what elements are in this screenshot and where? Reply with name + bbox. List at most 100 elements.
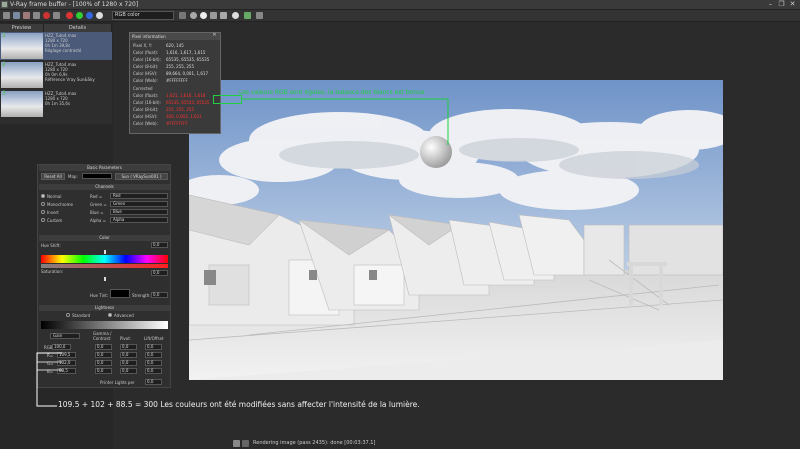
alpha-channel-select[interactable]: Alpha [110,217,168,223]
pixel-value: 65535, 65535, 65535 [166,57,210,62]
advanced-label: Advanced [114,313,134,318]
lightness-gradient-bar[interactable] [41,321,168,329]
printer-lights-input[interactable]: 0,0 [145,379,162,385]
history-thumbnail [1,62,43,88]
history-tab-details[interactable]: Details [44,24,112,32]
strength-label: Strength: [132,293,151,298]
hue-shift-slider-handle[interactable] [104,250,106,254]
b-lift-input[interactable]: 0,0 [145,368,162,374]
strength-input[interactable]: 0,0 [151,292,168,298]
pixel-info-title: Pixel information [130,33,220,40]
blue-channel-icon[interactable] [86,12,93,19]
lens-effects-icon[interactable] [200,12,207,19]
g-gamma-input[interactable]: 0,0 [95,360,112,366]
saturation-slider-handle[interactable] [104,277,106,281]
clear-icon[interactable] [23,12,30,19]
rgb-lift-input[interactable]: 0,0 [145,344,162,350]
history-item[interactable]: 1 HZZ_Tuto4.max 1280 x 720 0h 1m 39,8s R… [0,32,112,60]
channel-mode-radio[interactable] [41,202,45,206]
hue-shift-input[interactable]: 0,0 [151,242,168,248]
b-gamma-input[interactable]: 0,0 [95,368,112,374]
lightness-advanced-radio[interactable] [108,313,112,317]
history-item[interactable]: 3 HZZ_Tuto4.max 1280 x 720 0h 1m 35,6s [0,90,112,118]
pixel-value: 89,664, 0,001, 1,617 [166,71,208,76]
channel-mode-radio[interactable] [41,194,45,198]
channel-mode-radio[interactable] [41,210,45,214]
g-lift-input[interactable]: 0,0 [145,360,162,366]
reset-all-button[interactable]: Reset All [41,173,65,180]
r-gamma-input[interactable]: 0,0 [95,352,112,358]
history-icon[interactable] [220,12,227,19]
display-correction-icon[interactable] [244,12,251,19]
save-all-icon[interactable] [13,12,20,19]
channel-select[interactable]: RGB color [112,11,174,20]
green-channel-icon[interactable] [76,12,83,19]
restore-button[interactable]: ❐ [777,1,786,9]
pixel-label: Color (HSV): [133,71,158,76]
saturation-bar[interactable] [41,264,168,268]
pixel-info-close-button[interactable]: ✕ [210,32,219,40]
hue-tint-swatch[interactable] [110,289,130,298]
history-panel: Preview Details 1 HZZ_Tuto4.max 1280 x 7… [0,24,112,124]
pixel-info-window[interactable]: Pixel information ✕ Pixel X, Y: 620, 145… [129,32,221,134]
r-lift-input[interactable]: 0,0 [145,352,162,358]
pixel-label: Color (16-bit): [133,57,161,62]
channel-map-label: Blue = [90,210,104,215]
annotation-highlight-box [213,95,242,104]
saturation-input[interactable]: 0,0 [151,270,168,276]
save-icon[interactable] [3,12,10,19]
window-title: V-Ray frame buffer - [100% of 1280 x 720… [10,1,139,8]
pixel-value-corrected: 300, 0,003, 1,621 [166,114,202,119]
history-item[interactable]: 2 HZZ_Tuto4.max 1280 x 720 0h 0m 6,9s Ré… [0,61,112,89]
sun-button[interactable]: Sun ( VRaySun001 ) [115,173,168,180]
green-channel-select[interactable]: Green [110,201,168,207]
region-icon[interactable] [53,12,60,19]
map-slot[interactable] [82,173,112,179]
history-number: 1 [2,32,6,39]
rgb-pivot-input[interactable]: 0,0 [120,344,137,350]
standard-label: Standard [72,313,91,318]
channel-map-label: Green = [90,202,107,207]
history-details: HZZ_Tuto4.max 1280 x 720 0h 0m 6,9s Réfé… [45,62,95,82]
mono-icon[interactable] [179,12,186,19]
history-number: 3 [2,90,6,97]
section-lightness[interactable]: Lightness [39,305,170,311]
pixel-label: Pixel X, Y: [133,43,153,48]
compare-icon[interactable] [232,12,239,19]
red-channel-select[interactable]: Red [110,193,168,199]
lut-icon[interactable] [210,12,217,19]
history-details: HZZ_Tuto4.max 1280 x 720 0h 1m 39,8s Rég… [45,33,82,53]
lightness-standard-radio[interactable] [66,313,70,317]
settings-icon[interactable] [256,12,263,19]
history-number: 2 [2,61,6,68]
red-channel-icon[interactable] [66,12,73,19]
history-details: HZZ_Tuto4.max 1280 x 720 0h 1m 35,6s [45,91,77,106]
pixel-label: Color (Web): [133,121,158,126]
blue-channel-select[interactable]: Blue [110,209,168,215]
history-tab-preview[interactable]: Preview [0,24,44,32]
r-pivot-input[interactable]: 0,0 [120,352,137,358]
b-pivot-input[interactable]: 0,0 [120,368,137,374]
pixel-value: 1,616, 1,617, 1,615 [166,50,206,55]
rgb-gamma-input[interactable]: 0,0 [95,344,112,350]
pixel-value-corrected: 255, 255, 255 [166,107,194,112]
stop-icon[interactable] [43,12,50,19]
advanced-mode-select[interactable]: Gain [50,333,80,339]
status-text: Rendering image (pass 2435): done [00:03… [253,440,376,446]
pixel-value: #FFFFFFFF [166,78,188,83]
minimize-button[interactable]: – [766,1,775,9]
pixel-label: Color (Web): [133,78,158,83]
track-mouse-icon[interactable] [190,12,197,19]
pixel-label: Color (float): [133,50,159,55]
close-button[interactable]: ✕ [788,1,797,9]
gamma-contrast-header: Gamma / Contrast: [93,331,112,341]
g-pivot-input[interactable]: 0,0 [120,360,137,366]
channel-mode-label: Normal [47,194,62,199]
channel-mode-radio[interactable] [41,218,45,222]
alpha-channel-icon[interactable] [96,12,103,19]
section-channels[interactable]: Channels [39,184,170,190]
hue-spectrum-bar[interactable] [41,255,168,263]
section-color[interactable]: Color [39,235,170,241]
copy-icon[interactable] [33,12,40,19]
section-basic-parameters[interactable]: Basic Parameters [39,165,170,171]
